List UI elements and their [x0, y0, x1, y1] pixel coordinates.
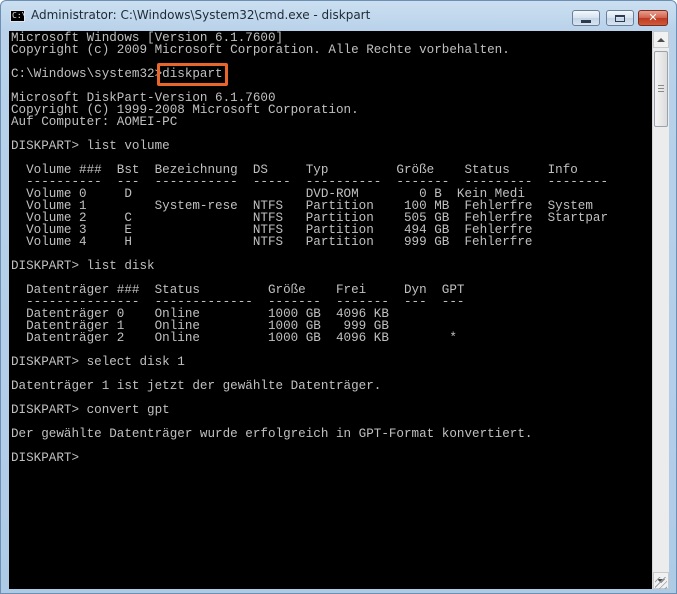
console-line: DISKPART> list disk — [11, 259, 155, 273]
cmd-window: C:\ Administrator: C:\Windows\System32\c… — [0, 0, 677, 594]
console-line: DISKPART> select disk 1 — [11, 355, 185, 369]
thumb-grip — [658, 91, 664, 92]
console-line: Datenträger 1 ist jetzt der gewählte Dat… — [11, 379, 382, 393]
console-line: DISKPART> — [11, 451, 80, 465]
maximize-icon — [615, 14, 625, 22]
console-line: Der gewählte Datenträger wurde erfolgrei… — [11, 427, 533, 441]
title-bar[interactable]: C:\ Administrator: C:\Windows\System32\c… — [1, 1, 676, 31]
close-button[interactable]: ✕ — [638, 10, 668, 26]
console-line: Auf Computer: AOMEI-PC — [11, 115, 178, 129]
vertical-scrollbar[interactable] — [652, 31, 669, 589]
scrollbar-thumb[interactable] — [654, 51, 668, 127]
command-highlight-box — [157, 63, 228, 86]
console-line: DISKPART> list volume — [11, 139, 170, 153]
console-line: DISKPART> convert gpt — [11, 403, 170, 417]
console-line: Copyright (c) 2009 Microsoft Corporation… — [11, 43, 510, 57]
thumb-grip — [658, 85, 664, 86]
scroll-up-button[interactable] — [653, 31, 669, 48]
resize-grip[interactable] — [655, 577, 667, 589]
maximize-button[interactable] — [606, 10, 634, 26]
thumb-grip — [658, 88, 664, 89]
console-output[interactable]: Microsoft Windows [Version 6.1.7600] Cop… — [9, 31, 652, 589]
console-line: Volume 4 H NTFS Partition 999 GB Fehlerf… — [11, 235, 533, 249]
window-title: Administrator: C:\Windows\System32\cmd.e… — [31, 8, 371, 22]
cmd-app-icon[interactable]: C:\ — [10, 10, 26, 22]
minimize-button[interactable] — [572, 10, 600, 26]
close-icon: ✕ — [648, 11, 658, 24]
console-line: Datenträger 2 Online 1000 GB 4096 KB * — [11, 331, 457, 345]
arrow-up-icon — [657, 37, 665, 42]
minimize-icon — [581, 19, 591, 23]
